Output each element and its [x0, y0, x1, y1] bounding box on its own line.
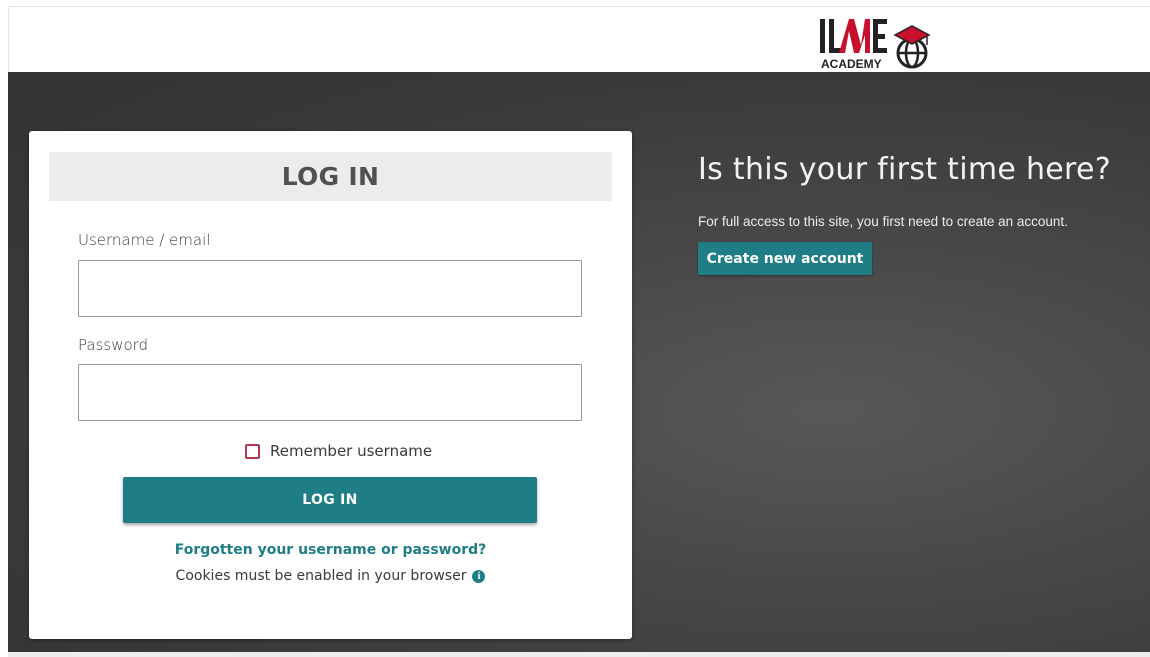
password-label: Password: [78, 336, 149, 354]
graduation-globe-icon: [893, 25, 931, 69]
svg-text:ACADEMY: ACADEMY: [821, 57, 882, 71]
login-card: LOG IN Username / email Password Remembe…: [29, 131, 632, 639]
ilae-academy-logo[interactable]: ACADEMY: [817, 13, 947, 71]
login-button[interactable]: LOG IN: [123, 477, 537, 523]
info-icon[interactable]: i: [472, 569, 486, 583]
page-bottom-strip: [8, 652, 1150, 657]
username-input[interactable]: [78, 260, 582, 317]
page-left-edge: [0, 0, 8, 657]
login-title: LOG IN: [281, 162, 380, 191]
cookies-notice: Cookies must be enabled in your browser …: [29, 568, 632, 584]
cookies-notice-text: Cookies must be enabled in your browser: [175, 568, 467, 584]
forgot-password-link[interactable]: Forgotten your username or password?: [29, 542, 632, 558]
signup-title: Is this your first time here?: [698, 152, 1111, 187]
password-input[interactable]: [78, 364, 582, 421]
remember-username-label[interactable]: Remember username: [270, 442, 432, 460]
login-card-header: LOG IN: [49, 152, 612, 201]
remember-username-checkbox[interactable]: [245, 443, 260, 459]
username-label: Username / email: [78, 231, 211, 249]
create-account-button[interactable]: Create new account: [698, 242, 872, 275]
signup-description: For full access to this site, you first …: [698, 214, 1068, 229]
remember-username[interactable]: Remember username: [245, 442, 432, 460]
top-navbar: ACADEMY: [8, 6, 1150, 72]
